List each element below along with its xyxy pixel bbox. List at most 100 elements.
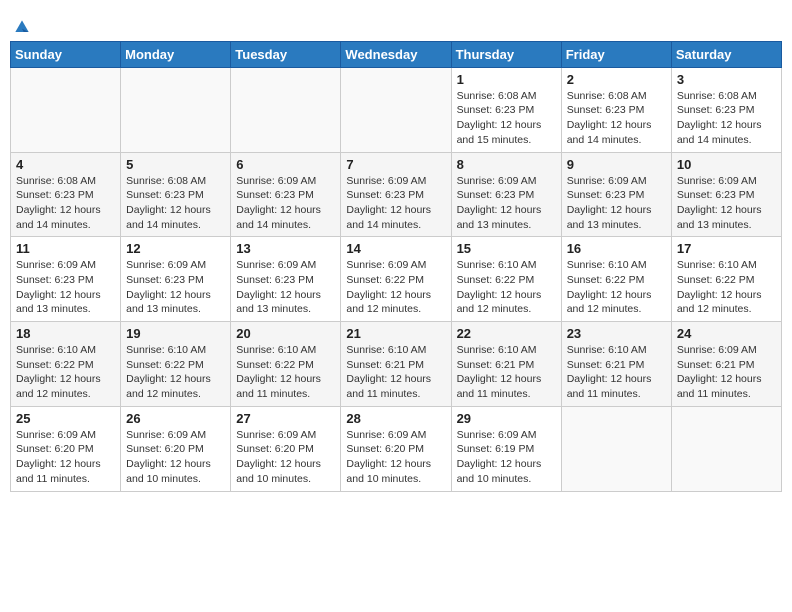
logo-text	[10, 16, 32, 37]
day-number: 21	[346, 326, 445, 341]
table-row: 2 Sunrise: 6:08 AM Sunset: 6:23 PM Daylig…	[561, 67, 671, 152]
table-row: 22 Sunrise: 6:10 AM Sunset: 6:21 PM Dayli…	[451, 322, 561, 407]
day-number: 23	[567, 326, 666, 341]
table-row: 29 Sunrise: 6:09 AM Sunset: 6:19 PM Dayli…	[451, 406, 561, 491]
table-row: 1 Sunrise: 6:08 AM Sunset: 6:23 PM Daylig…	[451, 67, 561, 152]
table-row: 7 Sunrise: 6:09 AM Sunset: 6:23 PM Daylig…	[341, 152, 451, 237]
table-row: 6 Sunrise: 6:09 AM Sunset: 6:23 PM Daylig…	[231, 152, 341, 237]
table-row: 26 Sunrise: 6:09 AM Sunset: 6:20 PM Dayli…	[121, 406, 231, 491]
day-info: Sunrise: 6:08 AM Sunset: 6:23 PM Dayligh…	[677, 89, 776, 148]
table-row: 23 Sunrise: 6:10 AM Sunset: 6:21 PM Dayli…	[561, 322, 671, 407]
day-info: Sunrise: 6:09 AM Sunset: 6:22 PM Dayligh…	[346, 258, 445, 317]
table-row: 11 Sunrise: 6:09 AM Sunset: 6:23 PM Dayli…	[11, 237, 121, 322]
table-row	[11, 67, 121, 152]
day-number: 22	[457, 326, 556, 341]
day-number: 20	[236, 326, 335, 341]
day-info: Sunrise: 6:10 AM Sunset: 6:22 PM Dayligh…	[126, 343, 225, 402]
table-row: 16 Sunrise: 6:10 AM Sunset: 6:22 PM Dayli…	[561, 237, 671, 322]
day-number: 17	[677, 241, 776, 256]
table-row: 18 Sunrise: 6:10 AM Sunset: 6:22 PM Dayli…	[11, 322, 121, 407]
day-number: 2	[567, 72, 666, 87]
day-info: Sunrise: 6:10 AM Sunset: 6:21 PM Dayligh…	[457, 343, 556, 402]
table-row: 28 Sunrise: 6:09 AM Sunset: 6:20 PM Dayli…	[341, 406, 451, 491]
day-info: Sunrise: 6:09 AM Sunset: 6:23 PM Dayligh…	[236, 174, 335, 233]
weekday-header-monday: Monday	[121, 41, 231, 67]
table-row: 13 Sunrise: 6:09 AM Sunset: 6:23 PM Dayli…	[231, 237, 341, 322]
table-row	[341, 67, 451, 152]
day-number: 7	[346, 157, 445, 172]
day-info: Sunrise: 6:10 AM Sunset: 6:22 PM Dayligh…	[236, 343, 335, 402]
week-row-5: 25 Sunrise: 6:09 AM Sunset: 6:20 PM Dayli…	[11, 406, 782, 491]
day-number: 29	[457, 411, 556, 426]
table-row: 3 Sunrise: 6:08 AM Sunset: 6:23 PM Daylig…	[671, 67, 781, 152]
day-number: 28	[346, 411, 445, 426]
day-info: Sunrise: 6:10 AM Sunset: 6:22 PM Dayligh…	[567, 258, 666, 317]
table-row: 12 Sunrise: 6:09 AM Sunset: 6:23 PM Dayli…	[121, 237, 231, 322]
day-number: 6	[236, 157, 335, 172]
day-info: Sunrise: 6:09 AM Sunset: 6:23 PM Dayligh…	[236, 258, 335, 317]
day-info: Sunrise: 6:10 AM Sunset: 6:22 PM Dayligh…	[457, 258, 556, 317]
weekday-header-thursday: Thursday	[451, 41, 561, 67]
day-info: Sunrise: 6:10 AM Sunset: 6:22 PM Dayligh…	[16, 343, 115, 402]
table-row: 14Sunrise: 6:09 AM Sunset: 6:22 PM Dayli…	[341, 237, 451, 322]
logo-icon	[12, 17, 32, 37]
day-number: 26	[126, 411, 225, 426]
table-row: 10 Sunrise: 6:09 AM Sunset: 6:23 PM Dayli…	[671, 152, 781, 237]
day-number: 3	[677, 72, 776, 87]
weekday-header-friday: Friday	[561, 41, 671, 67]
day-number: 27	[236, 411, 335, 426]
table-row: 21 Sunrise: 6:10 AM Sunset: 6:21 PM Dayli…	[341, 322, 451, 407]
week-row-2: 4 Sunrise: 6:08 AM Sunset: 6:23 PM Daylig…	[11, 152, 782, 237]
table-row	[671, 406, 781, 491]
table-row	[121, 67, 231, 152]
week-row-1: 1 Sunrise: 6:08 AM Sunset: 6:23 PM Daylig…	[11, 67, 782, 152]
day-info: Sunrise: 6:08 AM Sunset: 6:23 PM Dayligh…	[457, 89, 556, 148]
day-info: Sunrise: 6:09 AM Sunset: 6:20 PM Dayligh…	[236, 428, 335, 487]
table-row: 8Sunrise: 6:09 AM Sunset: 6:23 PM Daylig…	[451, 152, 561, 237]
calendar-table: SundayMondayTuesdayWednesdayThursdayFrid…	[10, 41, 782, 492]
table-row: 27 Sunrise: 6:09 AM Sunset: 6:20 PM Dayli…	[231, 406, 341, 491]
table-row: 19Sunrise: 6:10 AM Sunset: 6:22 PM Dayli…	[121, 322, 231, 407]
table-row: 24 Sunrise: 6:09 AM Sunset: 6:21 PM Dayli…	[671, 322, 781, 407]
page-header	[10, 10, 782, 37]
table-row: 9Sunrise: 6:09 AM Sunset: 6:23 PM Daylig…	[561, 152, 671, 237]
weekday-header-sunday: Sunday	[11, 41, 121, 67]
day-number: 11	[16, 241, 115, 256]
day-info: Sunrise: 6:09 AM Sunset: 6:23 PM Dayligh…	[677, 174, 776, 233]
day-number: 25	[16, 411, 115, 426]
day-info: Sunrise: 6:08 AM Sunset: 6:23 PM Dayligh…	[567, 89, 666, 148]
weekday-header-wednesday: Wednesday	[341, 41, 451, 67]
day-number: 15	[457, 241, 556, 256]
day-info: Sunrise: 6:09 AM Sunset: 6:23 PM Dayligh…	[126, 258, 225, 317]
day-info: Sunrise: 6:09 AM Sunset: 6:23 PM Dayligh…	[346, 174, 445, 233]
day-info: Sunrise: 6:09 AM Sunset: 6:23 PM Dayligh…	[16, 258, 115, 317]
day-number: 10	[677, 157, 776, 172]
day-number: 5	[126, 157, 225, 172]
day-number: 18	[16, 326, 115, 341]
table-row: 5 Sunrise: 6:08 AM Sunset: 6:23 PM Daylig…	[121, 152, 231, 237]
day-number: 16	[567, 241, 666, 256]
day-info: Sunrise: 6:09 AM Sunset: 6:20 PM Dayligh…	[346, 428, 445, 487]
day-info: Sunrise: 6:09 AM Sunset: 6:19 PM Dayligh…	[457, 428, 556, 487]
day-number: 12	[126, 241, 225, 256]
day-number: 4	[16, 157, 115, 172]
weekday-header-tuesday: Tuesday	[231, 41, 341, 67]
table-row: 25Sunrise: 6:09 AM Sunset: 6:20 PM Dayli…	[11, 406, 121, 491]
table-row	[231, 67, 341, 152]
table-row: 15 Sunrise: 6:10 AM Sunset: 6:22 PM Dayli…	[451, 237, 561, 322]
table-row: 4 Sunrise: 6:08 AM Sunset: 6:23 PM Daylig…	[11, 152, 121, 237]
day-info: Sunrise: 6:10 AM Sunset: 6:22 PM Dayligh…	[677, 258, 776, 317]
table-row: 20 Sunrise: 6:10 AM Sunset: 6:22 PM Dayli…	[231, 322, 341, 407]
week-row-3: 11 Sunrise: 6:09 AM Sunset: 6:23 PM Dayli…	[11, 237, 782, 322]
weekday-header-saturday: Saturday	[671, 41, 781, 67]
day-number: 13	[236, 241, 335, 256]
day-info: Sunrise: 6:09 AM Sunset: 6:23 PM Dayligh…	[457, 174, 556, 233]
day-number: 24	[677, 326, 776, 341]
day-info: Sunrise: 6:09 AM Sunset: 6:20 PM Dayligh…	[126, 428, 225, 487]
day-info: Sunrise: 6:08 AM Sunset: 6:23 PM Dayligh…	[126, 174, 225, 233]
day-info: Sunrise: 6:09 AM Sunset: 6:21 PM Dayligh…	[677, 343, 776, 402]
day-info: Sunrise: 6:10 AM Sunset: 6:21 PM Dayligh…	[567, 343, 666, 402]
day-info: Sunrise: 6:10 AM Sunset: 6:21 PM Dayligh…	[346, 343, 445, 402]
day-info: Sunrise: 6:08 AM Sunset: 6:23 PM Dayligh…	[16, 174, 115, 233]
day-number: 1	[457, 72, 556, 87]
